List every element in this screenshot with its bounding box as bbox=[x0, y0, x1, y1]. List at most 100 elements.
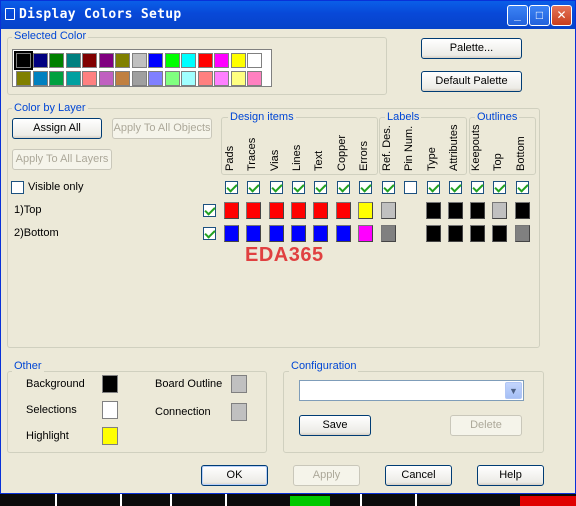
layer-color-box[interactable] bbox=[492, 225, 507, 242]
column-checkbox[interactable] bbox=[314, 181, 327, 194]
palette-swatch[interactable] bbox=[32, 53, 48, 68]
column-checkbox[interactable] bbox=[404, 181, 417, 194]
layer-color-box[interactable] bbox=[336, 225, 351, 242]
close-button[interactable]: ✕ bbox=[551, 5, 572, 26]
palette-swatch[interactable] bbox=[16, 71, 31, 86]
palette-swatch[interactable] bbox=[131, 71, 147, 86]
palette-button[interactable]: Palette... bbox=[421, 38, 522, 59]
title-bar[interactable]: Display Colors Setup _ □ ✕ bbox=[1, 1, 575, 29]
column-checkbox[interactable] bbox=[225, 181, 238, 194]
cancel-button[interactable]: Cancel bbox=[385, 465, 452, 486]
layer-color-box[interactable] bbox=[313, 225, 328, 242]
column-checkbox[interactable] bbox=[270, 181, 283, 194]
help-button[interactable]: Help bbox=[477, 465, 544, 486]
column-checkbox[interactable] bbox=[493, 181, 506, 194]
palette-swatch[interactable] bbox=[230, 53, 246, 68]
palette-swatch[interactable] bbox=[98, 71, 114, 86]
layer-color-box[interactable] bbox=[381, 225, 396, 242]
palette-swatch[interactable] bbox=[197, 53, 213, 68]
column-checkbox[interactable] bbox=[382, 181, 395, 194]
column-checkbox[interactable] bbox=[359, 181, 372, 194]
connection-label: Connection bbox=[155, 406, 211, 418]
layer-color-box[interactable] bbox=[426, 225, 441, 242]
layer-color-box[interactable] bbox=[246, 202, 261, 219]
maximize-button[interactable]: □ bbox=[529, 5, 550, 26]
column-checkbox[interactable] bbox=[471, 181, 484, 194]
highlight-color-swatch[interactable] bbox=[102, 427, 118, 445]
ok-button[interactable]: OK bbox=[201, 465, 268, 486]
layer-color-box[interactable] bbox=[448, 225, 463, 242]
apply-to-all-layers-button[interactable]: Apply To All Layers bbox=[12, 149, 112, 170]
column-checkbox[interactable] bbox=[247, 181, 260, 194]
visible-only-checkbox[interactable] bbox=[11, 181, 24, 194]
connection-color-swatch[interactable] bbox=[231, 403, 247, 421]
column-checkbox[interactable] bbox=[516, 181, 529, 194]
layer-color-box[interactable] bbox=[291, 225, 306, 242]
layer-color-box[interactable] bbox=[336, 202, 351, 219]
palette-swatch[interactable] bbox=[32, 71, 48, 86]
column-header: Pin Num. bbox=[403, 125, 415, 171]
layer-color-box[interactable] bbox=[470, 225, 485, 242]
layer-color-box[interactable] bbox=[492, 202, 507, 219]
layer-color-box[interactable] bbox=[426, 202, 441, 219]
palette-swatch[interactable] bbox=[230, 71, 246, 86]
assign-all-button[interactable]: Assign All bbox=[12, 118, 102, 139]
palette-swatch[interactable] bbox=[82, 71, 97, 86]
layer-color-box[interactable] bbox=[224, 202, 239, 219]
layer-color-box[interactable] bbox=[291, 202, 306, 219]
palette-swatch[interactable] bbox=[247, 71, 262, 86]
palette-swatch[interactable] bbox=[247, 53, 262, 68]
layer-color-box[interactable] bbox=[269, 225, 284, 242]
layer-color-box[interactable] bbox=[246, 225, 261, 242]
palette-swatch[interactable] bbox=[164, 71, 180, 86]
layer-color-box[interactable] bbox=[358, 202, 373, 219]
palette-swatch[interactable] bbox=[148, 53, 163, 68]
palette-swatch[interactable] bbox=[65, 71, 81, 86]
palette-swatch[interactable] bbox=[49, 71, 64, 86]
board-outline-color-swatch[interactable] bbox=[231, 375, 247, 393]
layer-top-checkbox[interactable] bbox=[203, 204, 216, 217]
chevron-down-icon[interactable]: ▼ bbox=[505, 382, 522, 399]
palette-swatch[interactable] bbox=[181, 53, 196, 68]
layer-bottom-checkbox[interactable] bbox=[203, 227, 216, 240]
palette-swatch[interactable] bbox=[14, 51, 33, 70]
default-palette-button[interactable]: Default Palette bbox=[421, 71, 522, 92]
save-button[interactable]: Save bbox=[299, 415, 371, 436]
palette-swatch[interactable] bbox=[115, 53, 130, 68]
delete-button[interactable]: Delete bbox=[450, 415, 522, 436]
palette-swatch[interactable] bbox=[131, 53, 147, 68]
column-header: Keepouts bbox=[470, 124, 482, 171]
layer-color-box[interactable] bbox=[448, 202, 463, 219]
palette-swatch[interactable] bbox=[197, 71, 213, 86]
palette-swatch[interactable] bbox=[148, 71, 163, 86]
selections-color-swatch[interactable] bbox=[102, 401, 118, 419]
palette-swatch[interactable] bbox=[214, 53, 229, 68]
palette-swatch[interactable] bbox=[82, 53, 97, 68]
palette-swatch[interactable] bbox=[115, 71, 130, 86]
layer-color-box[interactable] bbox=[470, 202, 485, 219]
column-header: Lines bbox=[291, 144, 303, 171]
layer-color-box[interactable] bbox=[269, 202, 284, 219]
column-checkbox[interactable] bbox=[292, 181, 305, 194]
palette-swatch[interactable] bbox=[98, 53, 114, 68]
layer-color-box[interactable] bbox=[381, 202, 396, 219]
layer-color-box[interactable] bbox=[224, 225, 239, 242]
layer-color-box[interactable] bbox=[515, 225, 530, 242]
palette-swatch[interactable] bbox=[65, 53, 81, 68]
palette-swatch[interactable] bbox=[49, 53, 64, 68]
layer-name-top: 1)Top bbox=[14, 204, 42, 216]
layer-color-box[interactable] bbox=[358, 225, 373, 242]
palette-swatch[interactable] bbox=[214, 71, 229, 86]
column-checkbox[interactable] bbox=[427, 181, 440, 194]
background-color-swatch[interactable] bbox=[102, 375, 118, 393]
layer-color-box[interactable] bbox=[313, 202, 328, 219]
minimize-button[interactable]: _ bbox=[507, 5, 528, 26]
layer-color-box[interactable] bbox=[515, 202, 530, 219]
configuration-dropdown[interactable]: ▼ bbox=[299, 380, 524, 401]
apply-to-all-objects-button[interactable]: Apply To All Objects bbox=[112, 118, 212, 139]
palette-swatch[interactable] bbox=[164, 53, 180, 68]
column-checkbox[interactable] bbox=[449, 181, 462, 194]
palette-swatch[interactable] bbox=[181, 71, 196, 86]
apply-button[interactable]: Apply bbox=[293, 465, 360, 486]
column-checkbox[interactable] bbox=[337, 181, 350, 194]
